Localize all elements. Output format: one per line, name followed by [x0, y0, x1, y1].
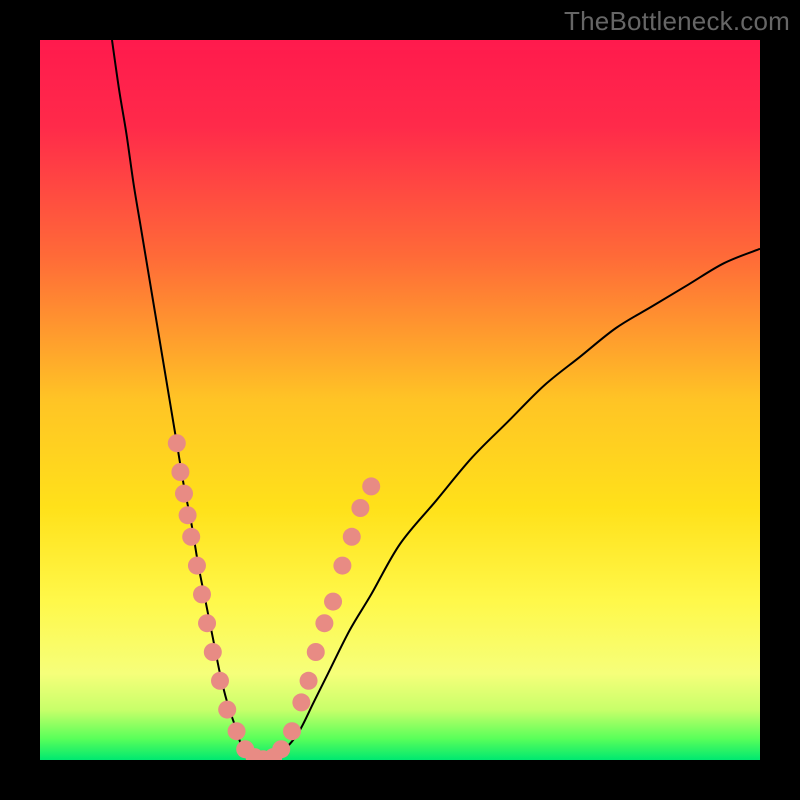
highlight-dot: [218, 701, 236, 719]
highlight-dot: [198, 614, 216, 632]
highlight-dot: [179, 506, 197, 524]
highlight-dot: [182, 528, 200, 546]
highlight-dot: [300, 672, 318, 690]
highlight-dot: [362, 477, 380, 495]
highlight-dot: [324, 593, 342, 611]
chart-curve-layer: [40, 40, 760, 760]
highlight-dot: [343, 528, 361, 546]
highlight-dot: [171, 463, 189, 481]
highlight-dot: [307, 643, 325, 661]
highlight-dot: [175, 485, 193, 503]
highlight-dot: [228, 722, 246, 740]
highlight-dot: [283, 722, 301, 740]
highlight-dot: [315, 614, 333, 632]
highlight-dot: [351, 499, 369, 517]
highlight-dot: [272, 740, 290, 758]
highlight-dot: [292, 693, 310, 711]
highlight-dot: [168, 434, 186, 452]
highlight-dot: [188, 557, 206, 575]
chart-plot-area: [40, 40, 760, 760]
highlight-dot: [193, 585, 211, 603]
highlight-dots-group: [168, 434, 380, 760]
highlight-dot: [211, 672, 229, 690]
highlight-dot: [204, 643, 222, 661]
highlight-dot: [333, 557, 351, 575]
watermark-text: TheBottleneck.com: [564, 6, 790, 37]
